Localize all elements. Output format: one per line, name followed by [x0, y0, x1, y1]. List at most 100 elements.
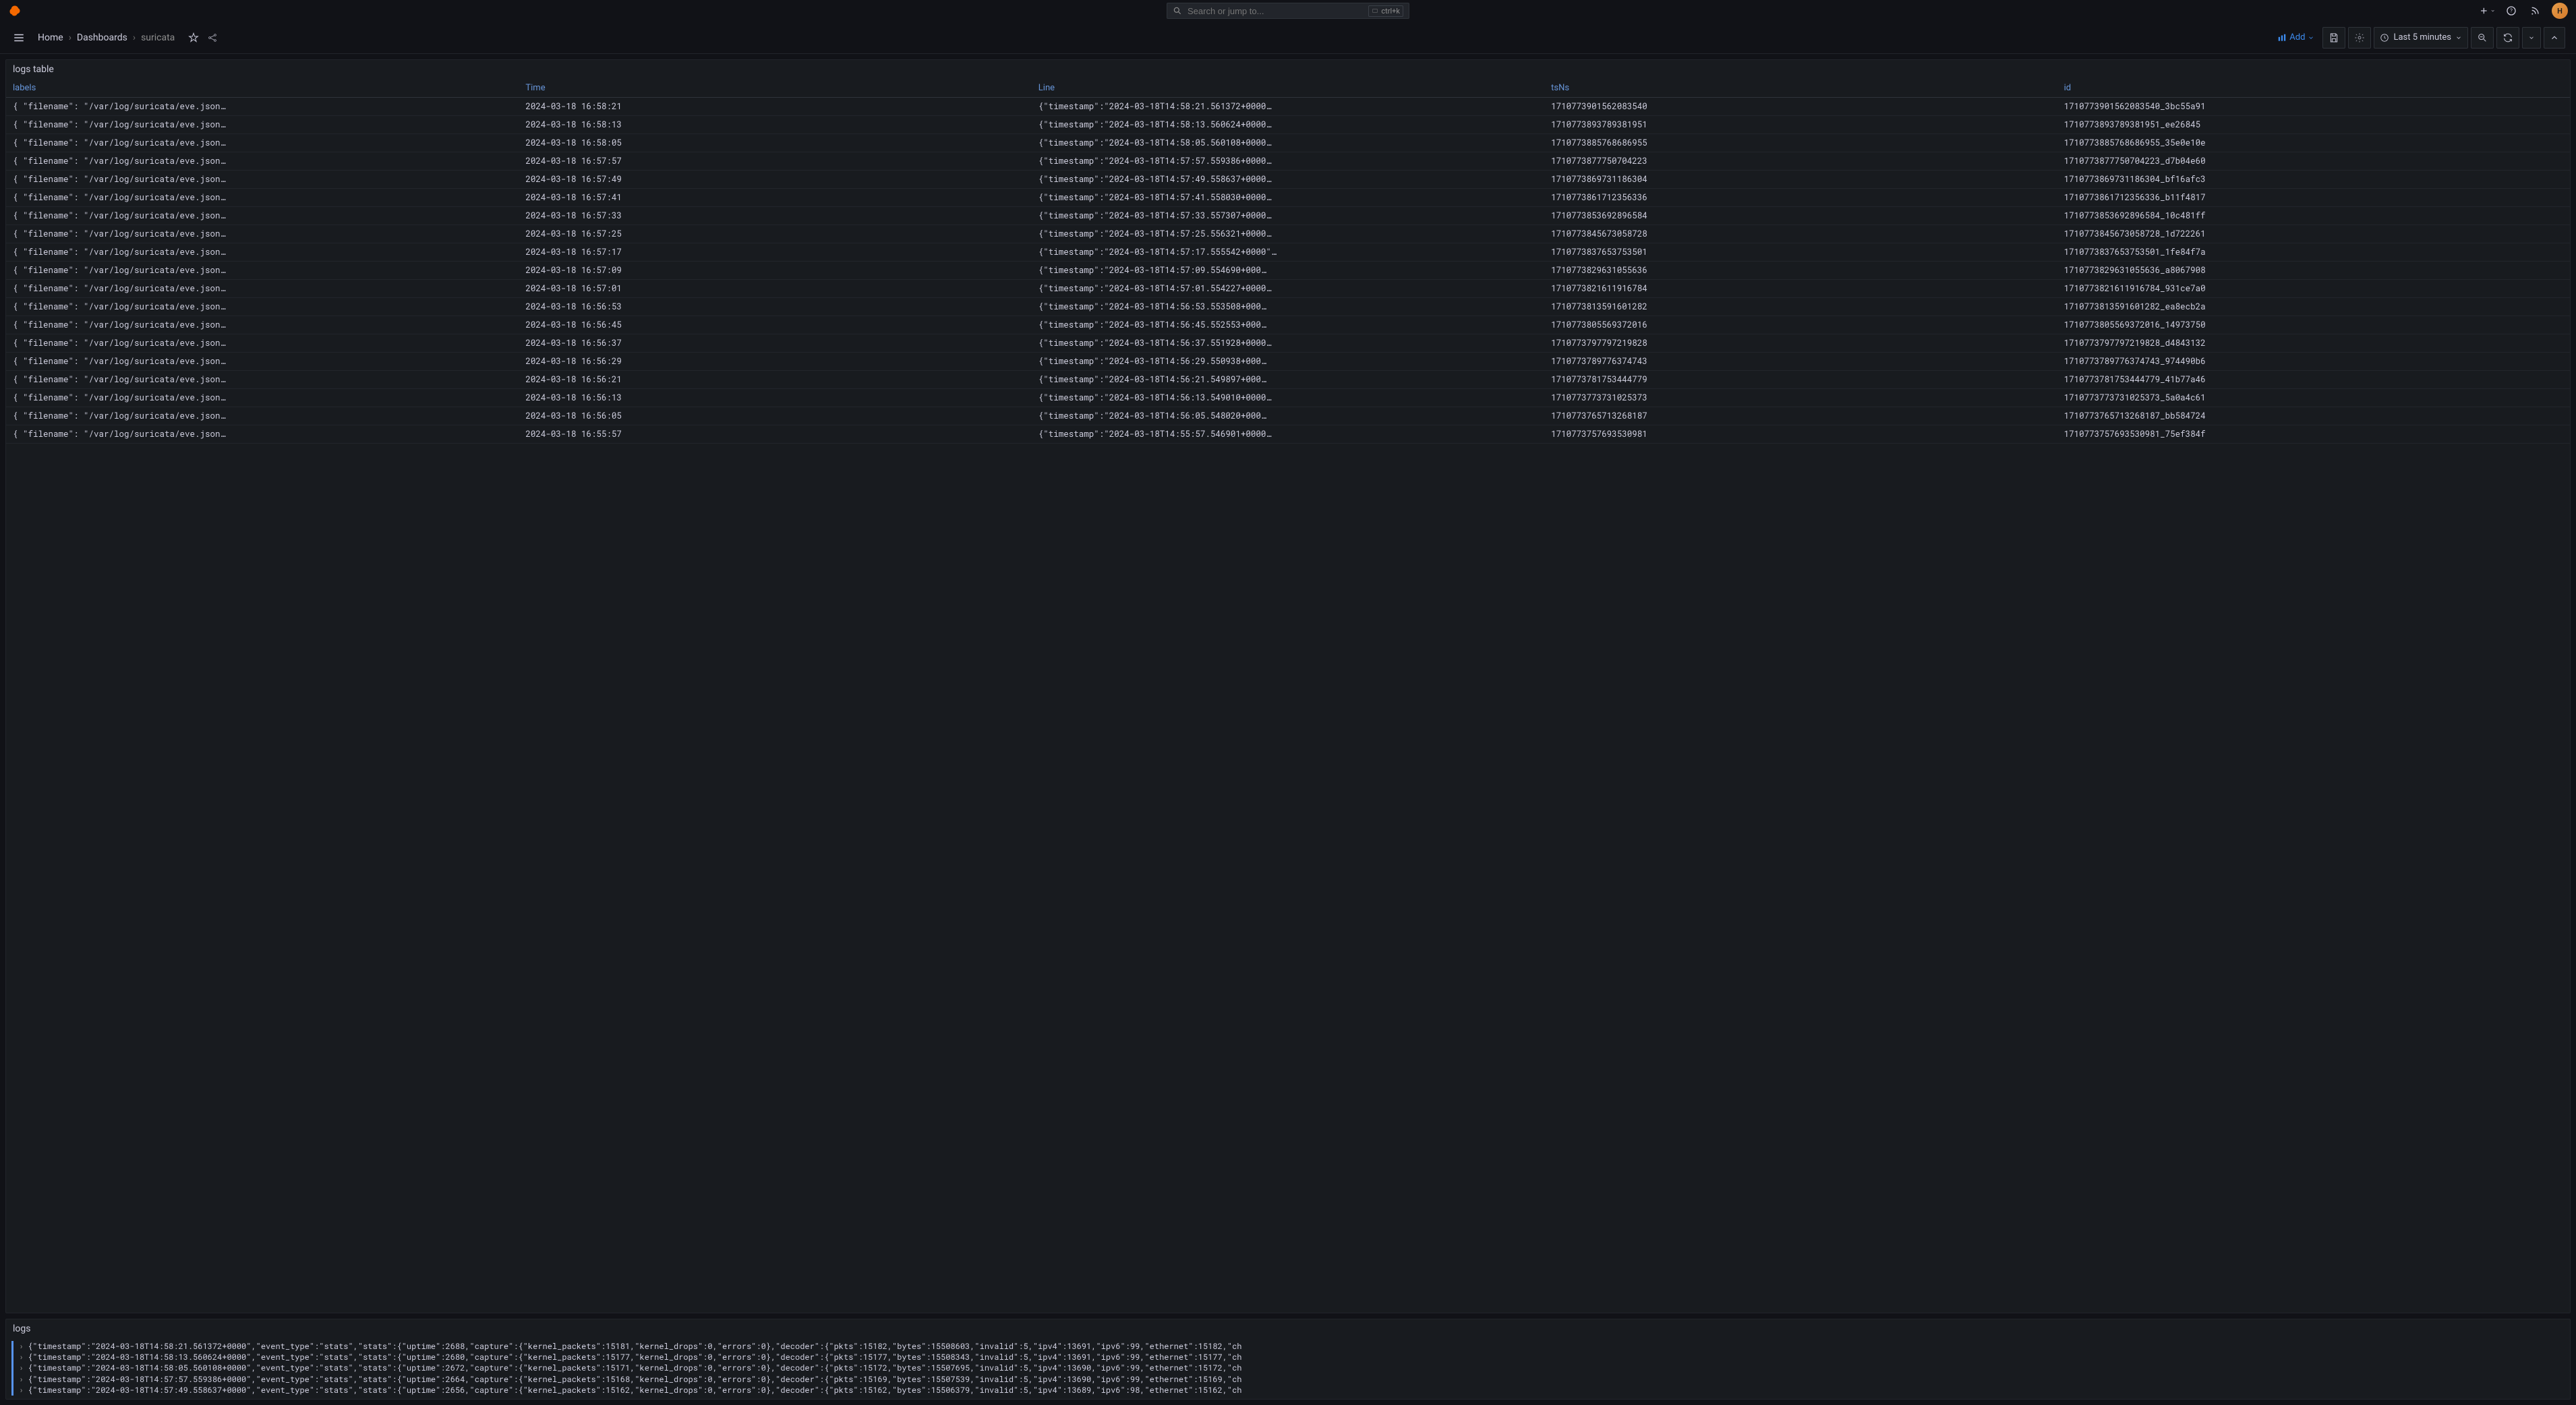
log-level-bar — [11, 1341, 13, 1352]
refresh-interval-button[interactable] — [2522, 27, 2541, 49]
add-menu-button[interactable] — [2479, 3, 2495, 19]
cell-line: {"timestamp":"2024-03-18T14:56:21.549897… — [1032, 371, 1544, 389]
log-line[interactable]: ›{"timestamp":"2024-03-18T14:58:21.56137… — [11, 1341, 2565, 1352]
cell-labels: { "filename": "/var/log/suricata/eve.jso… — [6, 353, 519, 371]
cell-line: {"timestamp":"2024-03-18T14:58:05.560108… — [1032, 134, 1544, 152]
log-level-bar — [11, 1385, 13, 1396]
cell-time: 2024-03-18 16:56:21 — [519, 371, 1031, 389]
add-panel-button[interactable]: Add — [2272, 30, 2320, 45]
cell-id: 1710773877750704223_d7b04e60 — [2057, 152, 2570, 171]
menu-toggle-icon[interactable] — [11, 30, 27, 46]
cell-line: {"timestamp":"2024-03-18T14:56:53.553508… — [1032, 298, 1544, 316]
table-row[interactable]: { "filename": "/var/log/suricata/eve.jso… — [6, 243, 2570, 262]
table-row[interactable]: { "filename": "/var/log/suricata/eve.jso… — [6, 371, 2570, 389]
refresh-button[interactable] — [2496, 27, 2519, 49]
log-line[interactable]: ›{"timestamp":"2024-03-18T14:57:57.55938… — [11, 1374, 2565, 1385]
search-shortcut: ctrl+k — [1368, 5, 1403, 17]
table-row[interactable]: { "filename": "/var/log/suricata/eve.jso… — [6, 389, 2570, 407]
table-row[interactable]: { "filename": "/var/log/suricata/eve.jso… — [6, 407, 2570, 425]
cell-tsns: 1710773805569372016 — [1544, 316, 2057, 334]
cell-time: 2024-03-18 16:56:53 — [519, 298, 1031, 316]
cell-id: 1710773773731025373_5a0a4c61 — [2057, 389, 2570, 407]
table-row[interactable]: { "filename": "/var/log/suricata/eve.jso… — [6, 353, 2570, 371]
log-line[interactable]: › {"timestamp":"2024-03-18T14:57:49.55863… — [11, 1385, 2565, 1396]
cell-id: 1710773757693530981_75ef384f — [2057, 425, 2570, 444]
cell-tsns: 1710773837653753501 — [1544, 243, 2057, 262]
column-header-id[interactable]: id — [2057, 79, 2570, 98]
expand-caret-icon[interactable]: › — [19, 1341, 24, 1352]
table-row[interactable]: { "filename": "/var/log/suricata/eve.jso… — [6, 171, 2570, 189]
table-row[interactable]: { "filename": "/var/log/suricata/eve.jso… — [6, 316, 2570, 334]
column-header-labels[interactable]: labels — [6, 79, 519, 98]
table-row[interactable]: { "filename": "/var/log/suricata/eve.jso… — [6, 280, 2570, 298]
table-row[interactable]: { "filename": "/var/log/suricata/eve.jso… — [6, 98, 2570, 116]
table-row[interactable]: { "filename": "/var/log/suricata/eve.jso… — [6, 225, 2570, 243]
table-row[interactable]: { "filename": "/var/log/suricata/eve.jso… — [6, 262, 2570, 280]
cell-tsns: 1710773885768686955 — [1544, 134, 2057, 152]
cell-time: 2024-03-18 16:56:13 — [519, 389, 1031, 407]
column-header-line[interactable]: Line — [1032, 79, 1544, 98]
cell-tsns: 1710773901562083540 — [1544, 98, 2057, 116]
panel-title[interactable]: logs — [6, 1319, 2570, 1338]
breadcrumb: Home › Dashboards › suricata — [38, 32, 175, 43]
cell-line: {"timestamp":"2024-03-18T14:57:25.556321… — [1032, 225, 1544, 243]
user-avatar[interactable]: H — [2552, 3, 2568, 19]
log-line[interactable]: ›{"timestamp":"2024-03-18T14:58:13.56062… — [11, 1352, 2565, 1363]
help-icon[interactable]: ? — [2503, 3, 2519, 19]
breadcrumb-dashboards[interactable]: Dashboards — [77, 32, 127, 43]
cell-labels: { "filename": "/var/log/suricata/eve.jso… — [6, 316, 519, 334]
cell-time: 2024-03-18 16:57:17 — [519, 243, 1031, 262]
table-row[interactable]: { "filename": "/var/log/suricata/eve.jso… — [6, 207, 2570, 225]
table-row[interactable]: { "filename": "/var/log/suricata/eve.jso… — [6, 134, 2570, 152]
dashboard-settings-button[interactable] — [2348, 27, 2371, 49]
table-row[interactable]: { "filename": "/var/log/suricata/eve.jso… — [6, 189, 2570, 207]
cell-labels: { "filename": "/var/log/suricata/eve.jso… — [6, 243, 519, 262]
cell-time: 2024-03-18 16:58:13 — [519, 116, 1031, 134]
cell-time: 2024-03-18 16:58:05 — [519, 134, 1031, 152]
cell-tsns: 1710773861712356336 — [1544, 189, 2057, 207]
favorite-star-icon[interactable] — [185, 30, 202, 46]
cell-tsns: 1710773845673058728 — [1544, 225, 2057, 243]
chevron-down-icon — [2308, 34, 2314, 41]
svg-text:?: ? — [2510, 8, 2513, 14]
column-header-time[interactable]: Time — [519, 79, 1031, 98]
collapse-top-button[interactable] — [2544, 27, 2565, 49]
log-text: {"timestamp":"2024-03-18T14:57:49.558637… — [28, 1385, 1241, 1396]
clock-icon — [2380, 33, 2389, 42]
expand-caret-icon[interactable]: › — [19, 1352, 24, 1363]
table-row[interactable]: { "filename": "/var/log/suricata/eve.jso… — [6, 425, 2570, 444]
cell-id: 1710773853692896584_10c481ff — [2057, 207, 2570, 225]
grafana-logo-icon[interactable] — [8, 4, 22, 18]
expand-caret-icon[interactable]: › — [19, 1374, 24, 1385]
table-row[interactable]: { "filename": "/var/log/suricata/eve.jso… — [6, 298, 2570, 316]
search-input[interactable] — [1188, 6, 1363, 16]
cell-id: 1710773813591601282_ea8ecb2a — [2057, 298, 2570, 316]
cell-id: 1710773893789381951_ee26845 — [2057, 116, 2570, 134]
cell-tsns: 1710773813591601282 — [1544, 298, 2057, 316]
table-row[interactable]: { "filename": "/var/log/suricata/eve.jso… — [6, 152, 2570, 171]
expand-caret-icon[interactable]: › — [19, 1385, 24, 1396]
breadcrumb-home[interactable]: Home — [38, 32, 63, 43]
cell-line: {"timestamp":"2024-03-18T14:55:57.546901… — [1032, 425, 1544, 444]
expand-caret-icon[interactable]: › — [19, 1363, 24, 1373]
zoom-out-button[interactable] — [2471, 27, 2494, 49]
log-level-bar — [11, 1352, 13, 1363]
breadcrumb-current: suricata — [141, 32, 175, 43]
cell-line: {"timestamp":"2024-03-18T14:57:09.554690… — [1032, 262, 1544, 280]
table-row[interactable]: { "filename": "/var/log/suricata/eve.jso… — [6, 334, 2570, 353]
cell-line: {"timestamp":"2024-03-18T14:57:17.555542… — [1032, 243, 1544, 262]
time-range-picker[interactable]: Last 5 minutes — [2374, 27, 2468, 49]
table-row[interactable]: { "filename": "/var/log/suricata/eve.jso… — [6, 116, 2570, 134]
column-header-tsns[interactable]: tsNs — [1544, 79, 2057, 98]
log-line[interactable]: › {"timestamp":"2024-03-18T14:58:05.56010… — [11, 1363, 2565, 1373]
save-dashboard-button[interactable] — [2322, 27, 2345, 49]
panel-title[interactable]: logs table — [6, 60, 2570, 79]
cell-id: 1710773797797219828_d4843132 — [2057, 334, 2570, 353]
share-icon[interactable] — [204, 30, 221, 46]
cell-tsns: 1710773781753444779 — [1544, 371, 2057, 389]
news-icon[interactable] — [2527, 3, 2544, 19]
log-text: {"timestamp":"2024-03-18T14:58:05.560108… — [28, 1363, 1241, 1373]
global-search[interactable]: ctrl+k — [1167, 3, 1409, 19]
cell-line: {"timestamp":"2024-03-18T14:56:05.548020… — [1032, 407, 1544, 425]
cell-labels: { "filename": "/var/log/suricata/eve.jso… — [6, 98, 519, 116]
